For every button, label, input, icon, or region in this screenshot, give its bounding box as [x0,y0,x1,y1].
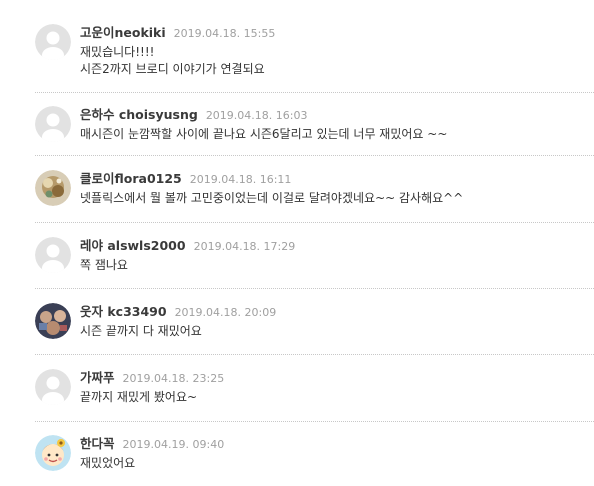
comment-divider [35,354,594,355]
comment-author[interactable]: 한다꼭 [80,436,115,451]
comment-date: 2019.04.19. 09:40 [122,438,225,451]
comment-date: 2019.04.18. 15:55 [173,27,276,40]
comment-author[interactable]: 은하수 choisyusng [80,107,198,122]
comment-date: 2019.04.18. 16:11 [189,173,292,186]
comment-divider [35,92,594,93]
comment-divider [35,222,594,223]
comment-meta: 은하수 choisyusng 2019.04.18. 16:03 [80,106,308,124]
comment-author[interactable]: 가짜푸 [80,370,115,385]
comment-meta: 한다꼭 2019.04.19. 09:40 [80,435,224,453]
comment-date: 2019.04.18. 23:25 [122,372,225,385]
comment-divider [35,288,594,289]
comment-date: 2019.04.18. 16:03 [205,109,308,122]
default-avatar-icon[interactable] [35,369,71,405]
default-avatar-icon[interactable] [35,237,71,273]
profile-photo-icon[interactable] [35,170,71,206]
comment-meta: 웃자 kc33490 2019.04.18. 20:09 [80,303,276,321]
comment-meta: 가짜푸 2019.04.18. 23:25 [80,369,224,387]
comment-text-line: 시즌 끝까지 다 재밌어요 [80,324,202,338]
comment-date: 2019.04.18. 20:09 [174,306,277,319]
comment-divider [35,155,594,156]
comment-body: 매시즌이 눈깜짝할 사이에 끝나요 시즌6달리고 있는데 너무 재밌어요 ~~ [80,126,447,143]
comment-author[interactable]: 클로이flora0125 [80,171,182,186]
comment-meta: 고운이neokiki 2019.04.18. 15:55 [80,24,275,42]
comment-body: 재밌었어요 [80,455,135,472]
comment-body: 재밌습니다!!!! 시즌2까지 브로디 이야기가 연결되요 [80,44,265,78]
comment-body: 쪽 잼나요 [80,257,128,274]
comment-body: 끝까지 재밌게 봤어요~ [80,389,197,406]
comment-body: 넷플릭스에서 뭘 볼까 고민중이었는데 이걸로 달려야겠네요~~ 감사해요^^ [80,190,463,207]
comment-text-line: 매시즌이 눈깜짝할 사이에 끝나요 시즌6달리고 있는데 너무 재밌어요 ~~ [80,127,448,141]
profile-photo-icon[interactable] [35,303,71,339]
comment-text-line: 재밌습니다!!!! [80,45,155,59]
comment-text-line: 넷플릭스에서 뭘 볼까 고민중이었는데 이걸로 달려야겠네요~~ 감사해요^^ [80,191,464,205]
comment-date: 2019.04.18. 17:29 [193,240,296,253]
default-avatar-icon[interactable] [35,24,71,60]
comment-author[interactable]: 고운이neokiki [80,25,166,40]
comment-text-line: 쪽 잼나요 [80,258,128,272]
comment-author[interactable]: 웃자 kc33490 [80,304,167,319]
comment-meta: 레야 alswls2000 2019.04.18. 17:29 [80,237,295,255]
default-avatar-icon[interactable] [35,106,71,142]
comment-text-line: 재밌었어요 [80,456,136,470]
cartoon-avatar-icon[interactable] [35,435,71,471]
comment-divider [35,421,594,422]
comment-author[interactable]: 레야 alswls2000 [80,238,186,253]
comment-text-line: 끝까지 재밌게 봤어요~ [80,390,198,404]
comment-text-line: 시즌2까지 브로디 이야기가 연결되요 [80,62,265,76]
comment-body: 시즌 끝까지 다 재밌어요 [80,323,202,340]
comment-meta: 클로이flora0125 2019.04.18. 16:11 [80,170,291,188]
